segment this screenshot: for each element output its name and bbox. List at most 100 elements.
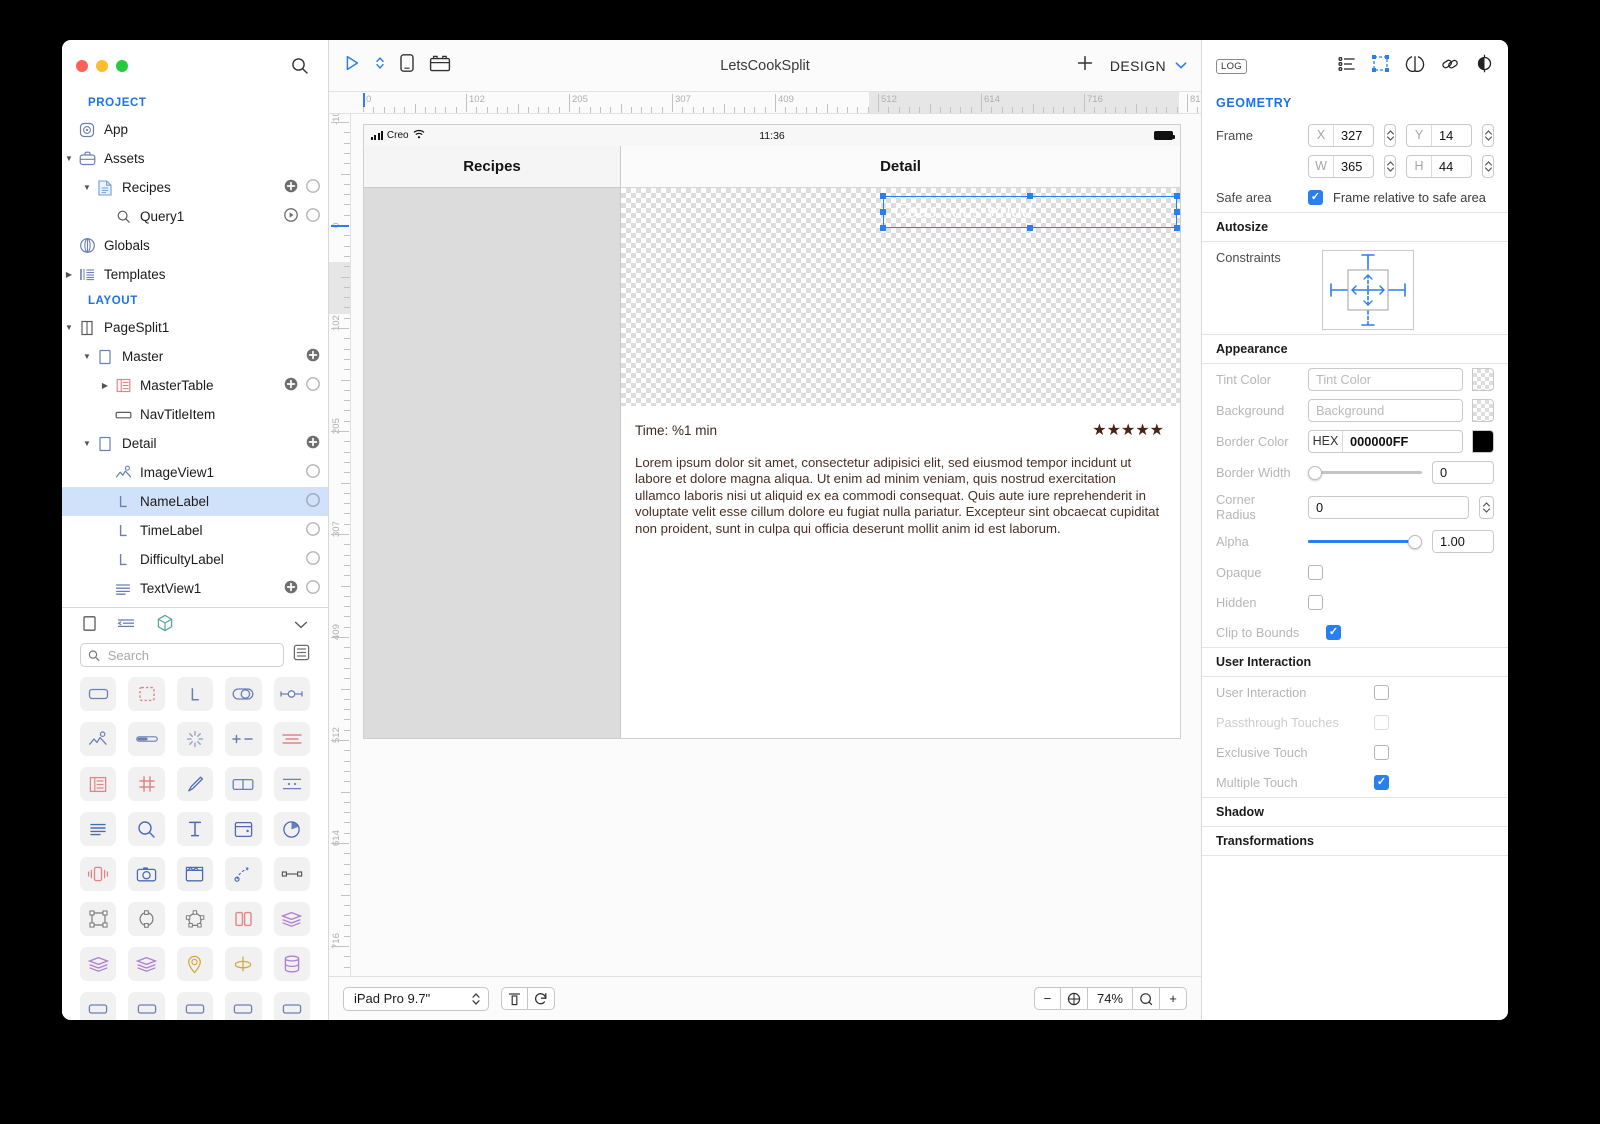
status-circle-icon[interactable] bbox=[306, 464, 320, 481]
widget-label-icon[interactable] bbox=[176, 677, 214, 712]
rotate-icon[interactable] bbox=[528, 987, 555, 1010]
tree-item-textview1[interactable]: TextView1 bbox=[62, 574, 328, 603]
border-width-slider[interactable] bbox=[1308, 465, 1422, 481]
widget-extra-icon[interactable] bbox=[225, 992, 262, 1020]
tint-color-field[interactable]: Tint Color bbox=[1308, 368, 1463, 391]
chevron-down-icon[interactable] bbox=[294, 617, 308, 635]
master-table-pane[interactable] bbox=[364, 188, 621, 738]
widget-segmented-icon[interactable] bbox=[273, 722, 310, 757]
zoom-in-button[interactable]: + bbox=[1160, 987, 1187, 1010]
tree-item-imageview1[interactable]: ImageView1 bbox=[62, 458, 328, 487]
status-circle-icon[interactable] bbox=[306, 551, 320, 568]
geometry-icon[interactable] bbox=[1371, 54, 1390, 78]
widget-textfield-icon[interactable] bbox=[176, 812, 214, 847]
tree-item-query1[interactable]: Query1 bbox=[62, 202, 328, 231]
widget-extra-icon[interactable] bbox=[176, 992, 214, 1020]
passthrough-touches-checkbox[interactable] bbox=[1374, 714, 1389, 730]
log-button[interactable]: LOG bbox=[1216, 58, 1247, 74]
run-icon[interactable] bbox=[343, 54, 361, 77]
widget-transform-icon[interactable] bbox=[80, 902, 117, 937]
status-circle-icon[interactable] bbox=[306, 179, 320, 196]
search-input-wrap[interactable] bbox=[80, 643, 284, 668]
status-circle-icon[interactable] bbox=[306, 522, 320, 539]
widget-location-pin-icon[interactable] bbox=[176, 947, 214, 982]
stepper-icon[interactable] bbox=[469, 988, 482, 1009]
orientation-icon[interactable] bbox=[501, 987, 528, 1010]
widget-collection-icon[interactable] bbox=[128, 767, 165, 802]
corner-radius-stepper[interactable] bbox=[1479, 495, 1494, 519]
multiple-touch-checkbox[interactable] bbox=[1374, 774, 1389, 790]
disclosure-open-icon[interactable]: ▼ bbox=[62, 323, 76, 332]
status-circle-icon[interactable] bbox=[306, 377, 320, 394]
disclosure-open-icon[interactable]: ▼ bbox=[80, 439, 94, 448]
objects-tab[interactable] bbox=[156, 614, 174, 638]
handle-tl[interactable] bbox=[880, 193, 886, 199]
frame-y-field[interactable]: Y 14 bbox=[1406, 124, 1473, 147]
widget-chart-icon[interactable] bbox=[273, 812, 310, 847]
zoom-fit-icon[interactable] bbox=[1060, 987, 1088, 1010]
widget-stack-icon[interactable] bbox=[273, 902, 310, 937]
play-icon[interactable] bbox=[284, 208, 298, 225]
frame-x-field[interactable]: X 327 bbox=[1308, 124, 1375, 147]
hidden-checkbox[interactable] bbox=[1308, 594, 1323, 610]
opaque-checkbox[interactable] bbox=[1308, 564, 1323, 580]
module-icon[interactable] bbox=[429, 54, 451, 78]
disclosure-closed-icon[interactable]: ▶ bbox=[98, 381, 112, 390]
device-select[interactable]: iPad Pro 9.7" bbox=[343, 986, 489, 1011]
tree-item-detail[interactable]: ▼ Detail bbox=[62, 429, 328, 458]
add-icon[interactable] bbox=[284, 377, 298, 394]
widget-search-icon[interactable] bbox=[128, 812, 165, 847]
styles-icon[interactable] bbox=[1405, 55, 1425, 78]
properties-list-icon[interactable] bbox=[1338, 56, 1356, 77]
shadow-header[interactable]: Shadow bbox=[1202, 797, 1508, 827]
background-field[interactable]: Background bbox=[1308, 399, 1463, 422]
tree-item-templates[interactable]: ▶ Templates bbox=[62, 260, 328, 289]
widget-split-icon[interactable] bbox=[225, 767, 262, 802]
widget-table-icon[interactable] bbox=[80, 767, 117, 802]
search-input[interactable] bbox=[105, 646, 276, 664]
tree-item-mastertable[interactable]: ▶ MasterTable bbox=[62, 371, 328, 400]
tree-item-app[interactable]: App bbox=[62, 115, 328, 144]
frame-w-field[interactable]: W 365 bbox=[1308, 155, 1375, 178]
widget-columns-icon[interactable] bbox=[225, 902, 262, 937]
border-width-field[interactable]: 0 bbox=[1432, 461, 1494, 484]
handle-mr[interactable] bbox=[1174, 209, 1180, 215]
list-view-icon[interactable] bbox=[293, 644, 310, 666]
handle-tr[interactable] bbox=[1174, 193, 1180, 199]
widget-gyro-icon[interactable] bbox=[225, 947, 262, 982]
minimize-button[interactable] bbox=[96, 59, 108, 72]
transformations-header[interactable]: Transformations bbox=[1202, 827, 1508, 856]
status-circle-icon[interactable] bbox=[306, 493, 320, 510]
widget-video-icon[interactable] bbox=[176, 857, 214, 892]
widget-extra-icon[interactable] bbox=[128, 992, 165, 1020]
widget-activity-indicator-icon[interactable] bbox=[176, 722, 214, 757]
widget-stack-icon[interactable] bbox=[128, 947, 165, 982]
add-icon[interactable] bbox=[284, 179, 298, 196]
safe-area-checkbox[interactable] bbox=[1308, 189, 1323, 205]
events-icon[interactable] bbox=[1475, 54, 1494, 78]
mode-selector[interactable]: DESIGN bbox=[1110, 58, 1187, 74]
handle-tc[interactable] bbox=[1027, 193, 1033, 199]
frame-x-stepper[interactable] bbox=[1384, 124, 1396, 147]
tree-item-difficultylabel[interactable]: DifficultyLabel bbox=[62, 545, 328, 574]
handle-bl[interactable] bbox=[880, 225, 886, 231]
exclusive-touch-checkbox[interactable] bbox=[1374, 744, 1389, 760]
canvas-viewport[interactable]: 010220530740951261471681992110 -10201022… bbox=[329, 92, 1201, 976]
tree-item-namelabel[interactable]: NameLabel bbox=[62, 487, 328, 517]
widget-picker-icon[interactable] bbox=[273, 767, 310, 802]
add-icon[interactable] bbox=[306, 435, 320, 452]
status-circle-icon[interactable] bbox=[306, 208, 320, 225]
namelabel-selection[interactable]: Cous cous salad bbox=[880, 193, 1180, 231]
frame-y-stepper[interactable] bbox=[1482, 124, 1494, 147]
status-circle-icon[interactable] bbox=[306, 580, 320, 597]
handle-ml[interactable] bbox=[880, 209, 886, 215]
run-stepper-icon[interactable] bbox=[375, 55, 385, 76]
frame-h-field[interactable]: H 44 bbox=[1406, 155, 1473, 178]
background-swatch[interactable] bbox=[1472, 399, 1494, 422]
widget-dashed-view-icon[interactable] bbox=[128, 677, 165, 712]
widget-database-icon[interactable] bbox=[273, 947, 310, 982]
widget-progress-icon[interactable] bbox=[128, 722, 165, 757]
constraints-widget[interactable] bbox=[1322, 250, 1414, 330]
widget-extra-icon[interactable] bbox=[273, 992, 310, 1020]
tree-item-pagesplit1[interactable]: ▼ PageSplit1 bbox=[62, 313, 328, 342]
